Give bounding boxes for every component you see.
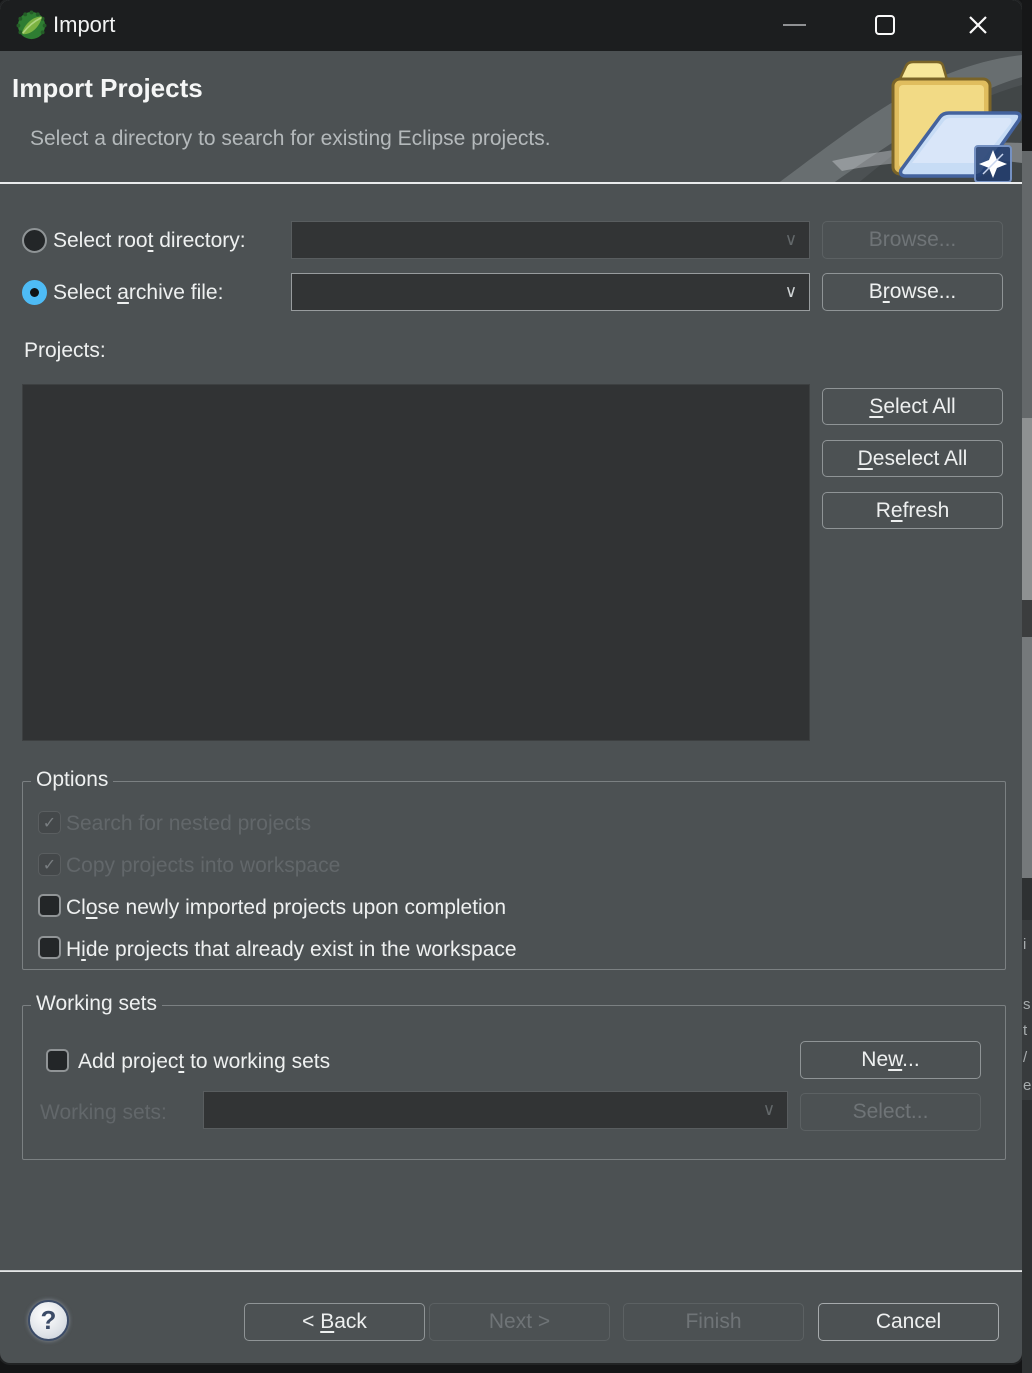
deselect-all-button[interactable]: Deselect All <box>822 440 1003 477</box>
help-button[interactable]: ? <box>28 1300 69 1341</box>
minimize-button[interactable] <box>765 0 823 50</box>
close-imported-label[interactable]: Close newly imported projects upon compl… <box>66 896 506 920</box>
titlebar[interactable]: Import <box>0 0 1022 51</box>
working-sets-combo[interactable]: ∨ <box>203 1091 788 1129</box>
checkbox-close-imported[interactable] <box>38 894 61 917</box>
cancel-button[interactable]: Cancel <box>818 1303 999 1341</box>
question-icon: ? <box>40 1305 57 1335</box>
working-sets-label: Working sets: <box>40 1101 167 1124</box>
finish-button[interactable]: Finish <box>623 1303 804 1341</box>
checkbox-add-to-working-sets[interactable] <box>46 1049 69 1072</box>
open-folder-import-icon <box>779 55 1022 182</box>
maximize-icon <box>875 15 895 35</box>
window-title: Import <box>53 12 116 37</box>
search-nested-label: Search for nested projects <box>66 812 312 835</box>
checkbox-copy-projects: ✓ <box>38 853 61 876</box>
edge-letter: / <box>1023 1049 1028 1066</box>
edge-segment <box>1022 151 1032 418</box>
page-subtitle: Select a directory to search for existin… <box>30 127 551 150</box>
radio-archive-label[interactable]: Select archive file: <box>53 281 223 305</box>
copy-projects-label: Copy projects into workspace <box>66 854 341 877</box>
footer-separator <box>0 1270 1022 1272</box>
chevron-down-icon[interactable]: ∨ <box>773 222 809 258</box>
projects-list[interactable] <box>22 384 810 741</box>
checkbox-search-nested: ✓ <box>38 811 61 834</box>
edge-letter: t <box>1023 1022 1028 1039</box>
new-working-set-button[interactable]: New... <box>800 1041 981 1079</box>
working-sets-legend: Working sets <box>31 992 162 1016</box>
chevron-down-icon[interactable]: ∨ <box>773 274 809 310</box>
options-legend: Options <box>31 768 114 792</box>
close-icon <box>969 16 987 34</box>
browse-root-button[interactable]: Browse... <box>822 221 1003 259</box>
check-icon: ✓ <box>42 856 57 874</box>
archive-file-combo[interactable]: ∨ <box>291 273 810 311</box>
select-working-set-button[interactable]: Select... <box>800 1093 981 1131</box>
checkbox-hide-existing[interactable] <box>38 936 61 959</box>
screen: Import Import Projects Select a director… <box>0 0 1032 1373</box>
edge-letter: e <box>1023 1077 1032 1094</box>
maximize-button[interactable] <box>856 0 914 50</box>
chevron-down-icon[interactable]: ∨ <box>751 1092 787 1128</box>
edge-segment <box>1022 418 1032 600</box>
add-to-working-sets-label[interactable]: Add project to working sets <box>78 1050 330 1074</box>
check-icon: ✓ <box>42 814 57 832</box>
working-sets-group: Working sets <box>22 992 1006 1160</box>
root-directory-combo[interactable]: ∨ <box>291 221 810 259</box>
next-button[interactable]: Next > <box>429 1303 610 1341</box>
radio-select-archive-file[interactable] <box>22 280 47 305</box>
wizard-banner: Import Projects Select a directory to se… <box>0 51 1022 184</box>
browse-archive-button[interactable]: Browse... <box>822 273 1003 311</box>
page-title: Import Projects <box>12 73 203 103</box>
edge-segment <box>1022 600 1032 637</box>
refresh-button[interactable]: Refresh <box>822 492 1003 529</box>
radio-select-root-directory[interactable] <box>22 228 47 253</box>
close-button[interactable] <box>949 0 1007 50</box>
projects-label: Projects: <box>24 339 106 362</box>
background-window-sliver <box>1022 0 1032 1373</box>
select-all-button[interactable]: Select All <box>822 388 1003 425</box>
edge-segment <box>1022 637 1032 878</box>
back-button[interactable]: < Back <box>244 1303 425 1341</box>
edge-letter: i <box>1023 936 1027 953</box>
minimize-icon <box>782 24 806 26</box>
spring-leaf-icon <box>16 10 47 40</box>
hide-existing-label[interactable]: Hide projects that already exist in the … <box>66 938 517 962</box>
radio-root-label[interactable]: Select root directory: <box>53 229 246 253</box>
import-dialog: Import Import Projects Select a director… <box>0 0 1022 1363</box>
edge-letter: s <box>1023 996 1031 1013</box>
